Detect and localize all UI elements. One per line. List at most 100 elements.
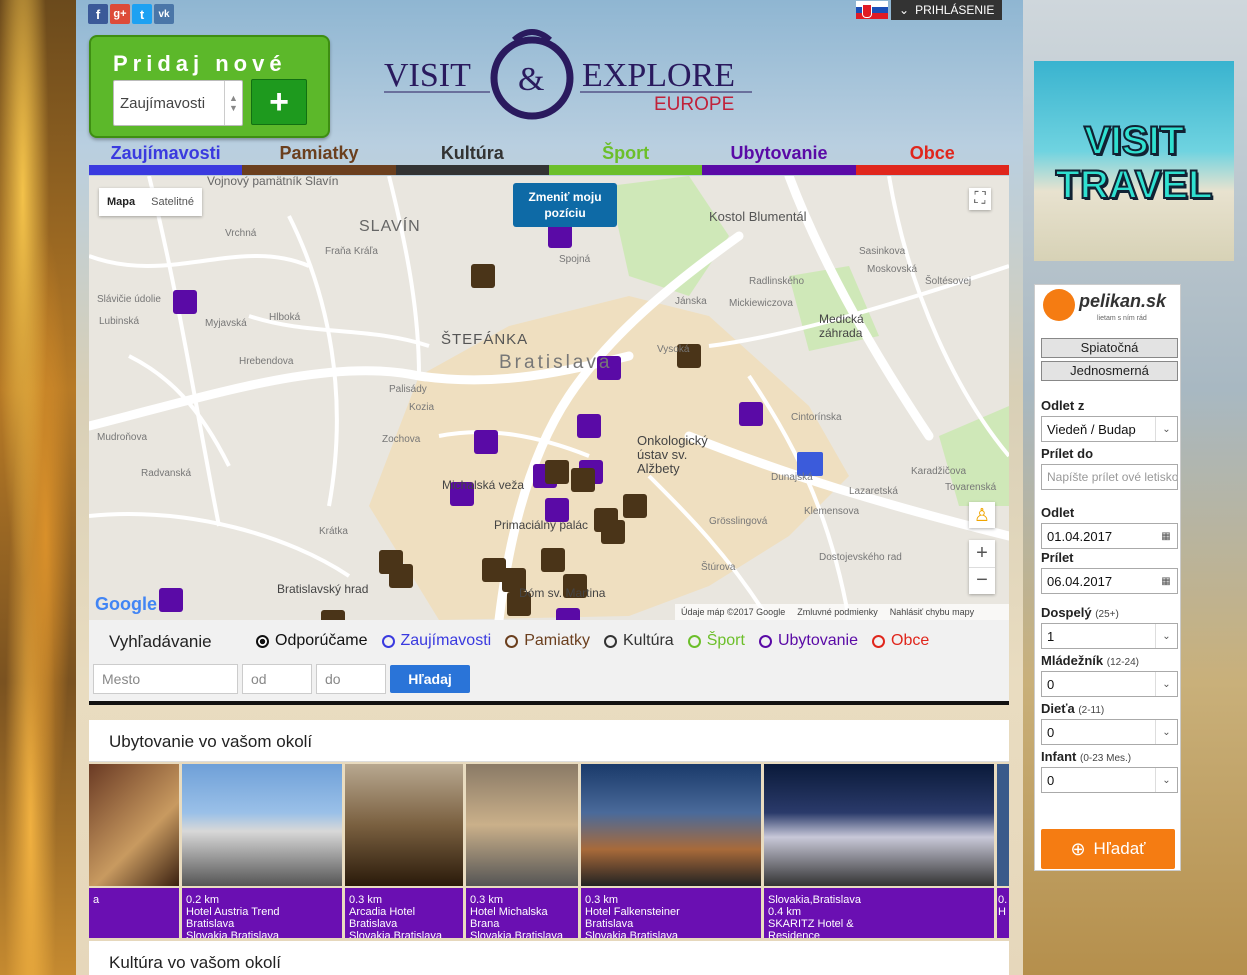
- accommodation-card[interactable]: 0.3 km Hotel Falkensteiner Bratislava Slova…: [581, 764, 761, 938]
- add-new-button[interactable]: +: [251, 79, 307, 125]
- chevron-down-icon: ⌄: [1155, 672, 1177, 696]
- search-button[interactable]: Hľadaj: [390, 665, 470, 693]
- adult-label: Dospelý (25+): [1041, 605, 1119, 620]
- add-new-title: Pridaj nové: [113, 51, 287, 76]
- login-label: PRIHLÁSENIE: [915, 3, 995, 17]
- radio-ubytovanie[interactable]: Ubytovanie: [758, 632, 858, 650]
- zoom-control: + −: [969, 540, 995, 594]
- chevron-down-icon: ⌄: [1155, 720, 1177, 744]
- social-links: f g+ t vk: [88, 4, 174, 24]
- add-category-select[interactable]: Zaujímavosti ▲ ▼: [113, 80, 243, 126]
- departure-airport-select[interactable]: Viedeň / Budap ⌄: [1041, 416, 1178, 442]
- from-input[interactable]: od: [242, 664, 312, 694]
- map[interactable]: Mapa Satelitné Zmeniť moju pozíciu ⛶ Voj…: [89, 176, 1009, 620]
- youth-label: Mládežník (12-24): [1041, 653, 1139, 668]
- map-label: Mudroňova: [97, 432, 148, 443]
- map-label: Štúrova: [701, 562, 736, 573]
- map-label: Kostol Blumentál: [709, 209, 807, 224]
- arrival-airport-input[interactable]: Napíšte prílet ové letisko: [1041, 464, 1178, 490]
- departure-date-input[interactable]: 01.04.2017 ▦: [1041, 523, 1178, 549]
- map-label: Kozia: [409, 402, 435, 413]
- nav-zaujimavosti[interactable]: Zaujímavosti: [89, 140, 243, 175]
- map-label: Fraňa Kráľa: [325, 246, 378, 257]
- map-label: Sasinkova: [859, 246, 906, 257]
- city-input[interactable]: Mesto: [93, 664, 238, 694]
- to-input[interactable]: do: [316, 664, 386, 694]
- map-terms-link[interactable]: Zmluvné podmienky: [797, 607, 878, 617]
- facebook-icon[interactable]: f: [88, 4, 108, 24]
- radio-odporucame[interactable]: Odporúčame: [256, 632, 368, 650]
- map-label: SLAVÍN: [359, 218, 421, 235]
- google-logo: Google: [95, 594, 157, 614]
- nav-ubytovanie[interactable]: Ubytovanie: [702, 140, 856, 175]
- map-type-toggle: Mapa Satelitné: [99, 188, 202, 216]
- map-label: Spojná: [559, 254, 591, 265]
- slovak-flag-icon[interactable]: [856, 1, 888, 19]
- map-label: Grösslingová: [709, 516, 768, 527]
- calendar-icon: ▦: [1161, 575, 1171, 587]
- google-plus-icon[interactable]: g+: [110, 4, 130, 24]
- vk-icon[interactable]: vk: [154, 4, 174, 24]
- radio-kultura[interactable]: Kultúra: [604, 632, 674, 650]
- accommodation-card[interactable]: a: [89, 764, 179, 938]
- radio-obce[interactable]: Obce: [872, 632, 929, 650]
- search-filter-radios: Odporúčame Zaujímavosti Pamiatky Kultúra…: [256, 632, 929, 650]
- chevron-down-icon: ⌄: [1155, 624, 1177, 648]
- add-category-value: Zaujímavosti: [120, 94, 206, 112]
- category-nav: Zaujímavosti Pamiatky Kultúra Šport Ubyt…: [89, 140, 1009, 175]
- map-label: Moskovská: [867, 264, 918, 275]
- one-way-button[interactable]: Jednosmerná: [1041, 361, 1178, 381]
- map-label: Vrchná: [225, 228, 257, 239]
- fullscreen-icon[interactable]: ⛶: [969, 188, 991, 210]
- accommodation-carousel: a 0.2 km Hotel Austria Trend Bratislava Slo…: [89, 764, 1009, 938]
- map-type-map[interactable]: Mapa: [99, 188, 143, 216]
- zoom-in-button[interactable]: +: [969, 540, 995, 567]
- login-button[interactable]: ⌄ PRIHLÁSENIE: [891, 0, 1003, 20]
- map-label: Vysoká: [657, 344, 690, 355]
- nav-pamiatky[interactable]: Pamiatky: [242, 140, 396, 175]
- accommodation-card[interactable]: 0. H: [997, 764, 1009, 938]
- pelikan-flight-widget: pelikan.sk lietam s ním rád Spiatočná Je…: [1034, 284, 1181, 871]
- map-type-satellite[interactable]: Satelitné: [143, 188, 202, 216]
- pelikan-logo-icon: [1043, 289, 1075, 321]
- return-trip-button[interactable]: Spiatočná: [1041, 338, 1178, 358]
- nav-kultura[interactable]: Kultúra: [395, 140, 549, 175]
- radio-sport[interactable]: Šport: [687, 632, 745, 650]
- accommodation-card[interactable]: 0.3 km Arcadia Hotel Bratislava Slovakia,Br…: [345, 764, 463, 938]
- flight-search-button[interactable]: ⊕ Hľadať: [1041, 829, 1175, 869]
- from-label: Odlet z: [1041, 398, 1085, 413]
- map-label: Medická záhrada: [819, 312, 864, 340]
- nav-sport[interactable]: Šport: [548, 140, 703, 175]
- map-label: Šoltésovej: [925, 276, 972, 287]
- map-label: Krátka: [319, 526, 348, 537]
- accommodation-card[interactable]: 0.2 km Hotel Austria Trend Bratislava Slova…: [182, 764, 342, 938]
- youth-select[interactable]: 0 ⌄: [1041, 671, 1178, 697]
- infant-select[interactable]: 0 ⌄: [1041, 767, 1178, 793]
- nav-obce[interactable]: Obce: [855, 140, 1009, 175]
- change-position-button[interactable]: Zmeniť moju pozíciu: [513, 183, 617, 227]
- chevron-down-icon: ⌄: [899, 3, 910, 17]
- arrival-date-input[interactable]: 06.04.2017 ▦: [1041, 568, 1178, 594]
- adult-select[interactable]: 1 ⌄: [1041, 623, 1178, 649]
- map-report-link[interactable]: Nahlásiť chybu mapy: [890, 607, 974, 617]
- logo-europe: EUROPE: [654, 94, 734, 115]
- radio-zaujimavosti[interactable]: Zaujímavosti: [381, 632, 491, 650]
- accommodation-card[interactable]: Slovakia,Bratislava 0.4 km SKARITZ Hotel &…: [764, 764, 994, 938]
- accommodation-card[interactable]: 0.3 km Hotel Michalska Brana Slovakia,Brati…: [466, 764, 578, 938]
- street-view-icon[interactable]: ♙: [969, 502, 995, 528]
- map-label: Myjavská: [205, 318, 247, 329]
- radio-pamiatky[interactable]: Pamiatky: [505, 632, 590, 650]
- infant-label: Infant (0-23 Mes.): [1041, 749, 1132, 764]
- zoom-out-button[interactable]: −: [969, 567, 995, 594]
- child-select[interactable]: 0 ⌄: [1041, 719, 1178, 745]
- site-logo[interactable]: VISIT & EXPLORE EUROPE: [380, 18, 760, 120]
- map-label: Zochova: [382, 434, 421, 445]
- to-label: Prílet do: [1041, 446, 1094, 461]
- ad-line2: TRAVEL: [1054, 162, 1213, 208]
- ad-line1: VISIT: [1083, 118, 1185, 164]
- background-left: [0, 0, 76, 975]
- add-new-box: Pridaj nové Zaujímavosti ▲ ▼ +: [89, 35, 330, 138]
- twitter-icon[interactable]: t: [132, 4, 152, 24]
- visit-travel-ad[interactable]: VISIT TRAVEL: [1034, 61, 1234, 261]
- map-label: Dostojevského rad: [819, 552, 902, 563]
